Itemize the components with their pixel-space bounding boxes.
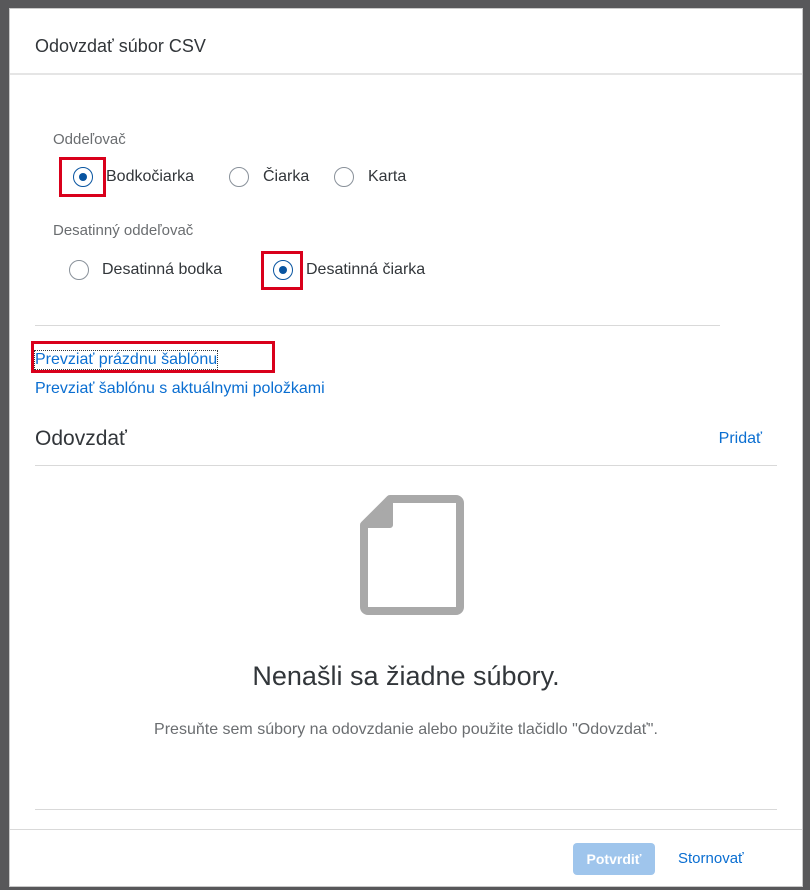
empty-state-description: Presuňte sem súbory na odovzdanie alebo … bbox=[154, 721, 658, 738]
highlight-box bbox=[59, 157, 106, 197]
download-template-with-items-link[interactable]: Prevziať šablónu s aktuálnymi položkami bbox=[35, 380, 325, 398]
highlight-box bbox=[31, 341, 275, 373]
divider bbox=[35, 809, 777, 810]
radio-comma[interactable] bbox=[229, 167, 249, 187]
divider bbox=[35, 325, 720, 326]
radio-tab[interactable] bbox=[334, 167, 354, 187]
radio-tab-label[interactable]: Karta bbox=[368, 168, 406, 186]
decimal-separator-label: Desatinný oddeľovač bbox=[53, 222, 194, 239]
radio-semicolon-label[interactable]: Bodkočiarka bbox=[106, 168, 194, 186]
empty-state-title: Nenašli sa žiadne súbory. bbox=[252, 661, 560, 691]
radio-decimal-point-label[interactable]: Desatinná bodka bbox=[102, 261, 222, 279]
confirm-button[interactable]: Potvrdiť bbox=[573, 843, 655, 875]
upload-section-title: Odovzdať bbox=[35, 427, 127, 450]
document-icon bbox=[360, 495, 464, 615]
dialog-title: Odovzdať súbor CSV bbox=[35, 36, 206, 56]
radio-decimal-point[interactable] bbox=[69, 260, 89, 280]
cancel-button[interactable]: Stornovať bbox=[678, 843, 744, 875]
highlight-box bbox=[261, 251, 303, 290]
upload-csv-dialog: Odovzdať súbor CSV Oddeľovač Bodkočiarka… bbox=[9, 8, 803, 887]
divider bbox=[35, 465, 777, 466]
radio-comma-label[interactable]: Čiarka bbox=[263, 168, 309, 186]
add-file-link[interactable]: Pridať bbox=[719, 430, 762, 448]
dialog-footer: Potvrdiť Stornovať bbox=[10, 829, 802, 886]
radio-decimal-comma-label[interactable]: Desatinná čiarka bbox=[306, 261, 425, 279]
dialog-header: Odovzdať súbor CSV bbox=[10, 9, 802, 75]
separator-label: Oddeľovač bbox=[53, 131, 126, 148]
